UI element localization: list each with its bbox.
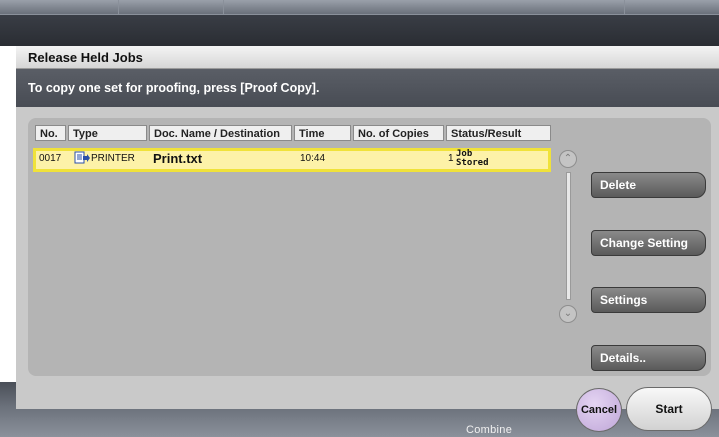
job-status-line2: Stored [456,158,489,168]
cancel-button[interactable]: Cancel [576,388,622,432]
column-header-copies: No. of Copies [353,125,444,141]
start-button[interactable]: Start [626,387,712,431]
column-header-type: Type [68,125,147,141]
settings-button[interactable]: Settings [591,287,706,313]
column-header-status: Status/Result [446,125,551,141]
dialog-title-bar: Release Held Jobs [16,46,719,69]
scroll-down-icon[interactable]: ⌄ [559,305,577,323]
background-top-bar [0,0,719,46]
dialog-title: Release Held Jobs [28,50,143,65]
instruction-bar: To copy one set for proofing, press [Pro… [16,69,719,107]
job-number: 0017 [39,153,62,164]
column-header-time: Time [294,125,351,141]
details-button[interactable]: Details.. [591,345,706,371]
job-type: PRINTER [91,153,135,164]
change-setting-button[interactable]: Change Setting [591,230,706,256]
column-header-no: No. [35,125,66,141]
job-time: 10:44 [300,153,326,164]
job-status: Job Stored [456,150,489,168]
printer-job-icon [74,151,90,165]
scroll-up-icon[interactable]: ⌃ [559,150,577,168]
job-doc-name: Print.txt [153,151,203,166]
instruction-text: To copy one set for proofing, press [Pro… [28,81,320,95]
combine-label: Combine [466,424,513,436]
column-header-doc-name: Doc. Name / Destination [149,125,292,141]
job-copies: 1 [448,153,454,164]
scrollbar-track[interactable] [566,172,571,300]
delete-button[interactable]: Delete [591,172,706,198]
